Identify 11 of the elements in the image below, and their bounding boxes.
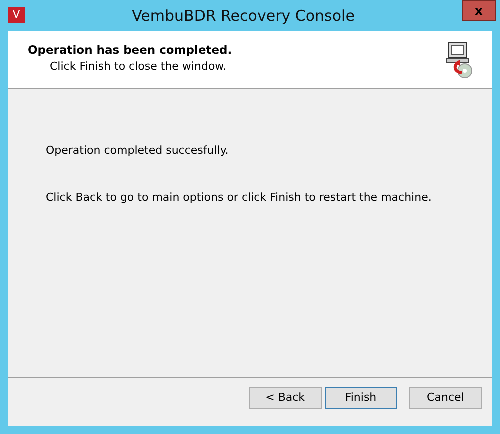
window-title: VembuBDR Recovery Console [131,6,356,27]
dialog-button[interactable]: Finish [324,387,398,409]
header-subtitle: Click Finish to close the window. [49,59,228,76]
header-title: Operation has been completed. [28,42,234,59]
dialog-button[interactable]: < Back [249,387,322,409]
close-button[interactable]: x [462,0,496,21]
computer-restore-icon [446,42,474,78]
dialog-button[interactable]: Cancel [409,387,482,409]
app-icon: V [8,7,25,23]
message-text: Operation completed succesfully. [46,143,230,159]
message-text: Click Back to go to main options or click Finish to restart the machine. [46,190,433,206]
